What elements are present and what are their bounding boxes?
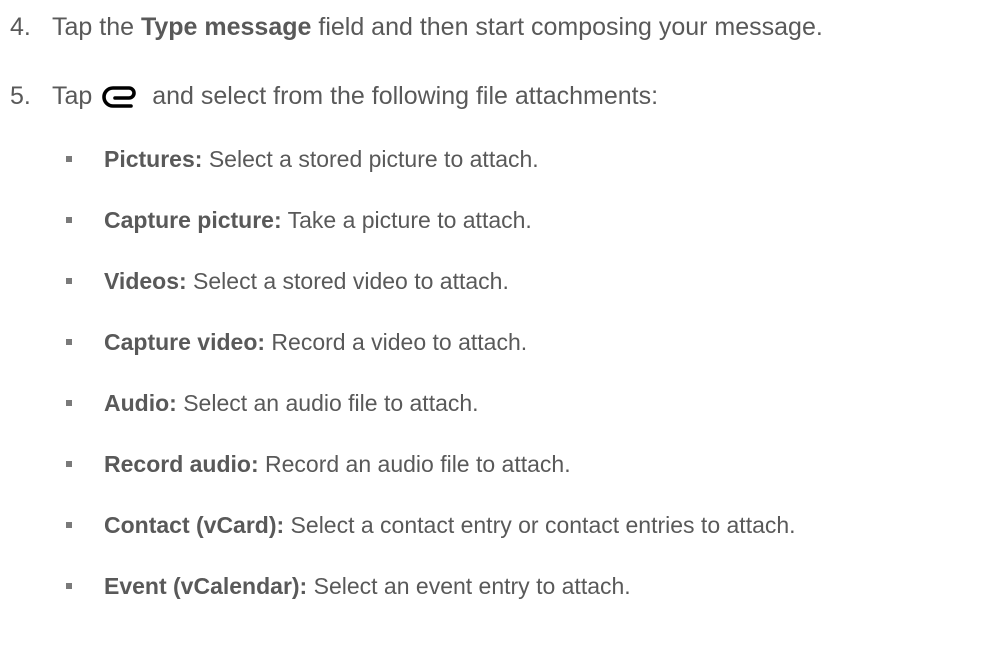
bullet-marker: [66, 339, 72, 345]
attachment-desc: Select an event entry to attach.: [307, 573, 631, 599]
list-item: Pictures: Select a stored picture to att…: [66, 145, 539, 173]
step-text: Tap the: [52, 13, 141, 41]
attachment-name: Contact (vCard):: [104, 512, 285, 538]
bullet-marker: [66, 583, 72, 589]
bullet-marker: [66, 156, 72, 162]
step-5: 5. Tap and select from the following file…: [10, 81, 658, 111]
paperclip-icon: [101, 84, 141, 108]
bullet-marker: [66, 522, 72, 528]
step-text: and select from the following file attac…: [145, 82, 659, 110]
step-text: Tap: [52, 82, 100, 110]
list-item: Capture picture: Take a picture to attac…: [66, 206, 532, 234]
attachment-name: Capture video:: [104, 329, 266, 355]
step-4: 4. Tap the Type message field and then st…: [10, 12, 823, 42]
attachment-desc: Select a contact entry or contact entrie…: [284, 512, 796, 538]
list-item: Contact (vCard): Select a contact entry …: [66, 511, 796, 539]
bullet-marker: [66, 217, 72, 223]
attachment-desc: Select an audio file to attach.: [176, 390, 479, 416]
list-item: Audio: Select an audio file to attach.: [66, 389, 479, 417]
list-item: Event (vCalendar): Select an event entry…: [66, 572, 631, 600]
attachment-desc: Select a stored video to attach.: [186, 268, 509, 294]
attachment-name: Pictures:: [104, 146, 203, 172]
attachment-name: Event (vCalendar):: [104, 573, 308, 599]
bullet-marker: [66, 461, 72, 467]
attachment-desc: Take a picture to attach.: [281, 207, 532, 233]
attachment-desc: Record a video to attach.: [265, 329, 528, 355]
list-item: Record audio: Record an audio file to at…: [66, 450, 571, 478]
step-text: field and then start composing your mess…: [311, 13, 823, 41]
attachment-desc: Record an audio file to attach.: [258, 451, 571, 477]
attachment-name: Record audio:: [104, 451, 259, 477]
list-item: Capture video: Record a video to attach.: [66, 328, 527, 356]
attachment-name: Audio:: [104, 390, 177, 416]
step-number: 4.: [10, 13, 31, 41]
attachment-name: Capture picture:: [104, 207, 282, 233]
attachment-desc: Select a stored picture to attach.: [202, 146, 539, 172]
bullet-marker: [66, 278, 72, 284]
field-name: Type message: [140, 13, 312, 41]
bullet-marker: [66, 400, 72, 406]
attachment-name: Videos:: [104, 268, 187, 294]
step-number: 5.: [10, 82, 31, 110]
list-item: Videos: Select a stored video to attach.: [66, 267, 509, 295]
